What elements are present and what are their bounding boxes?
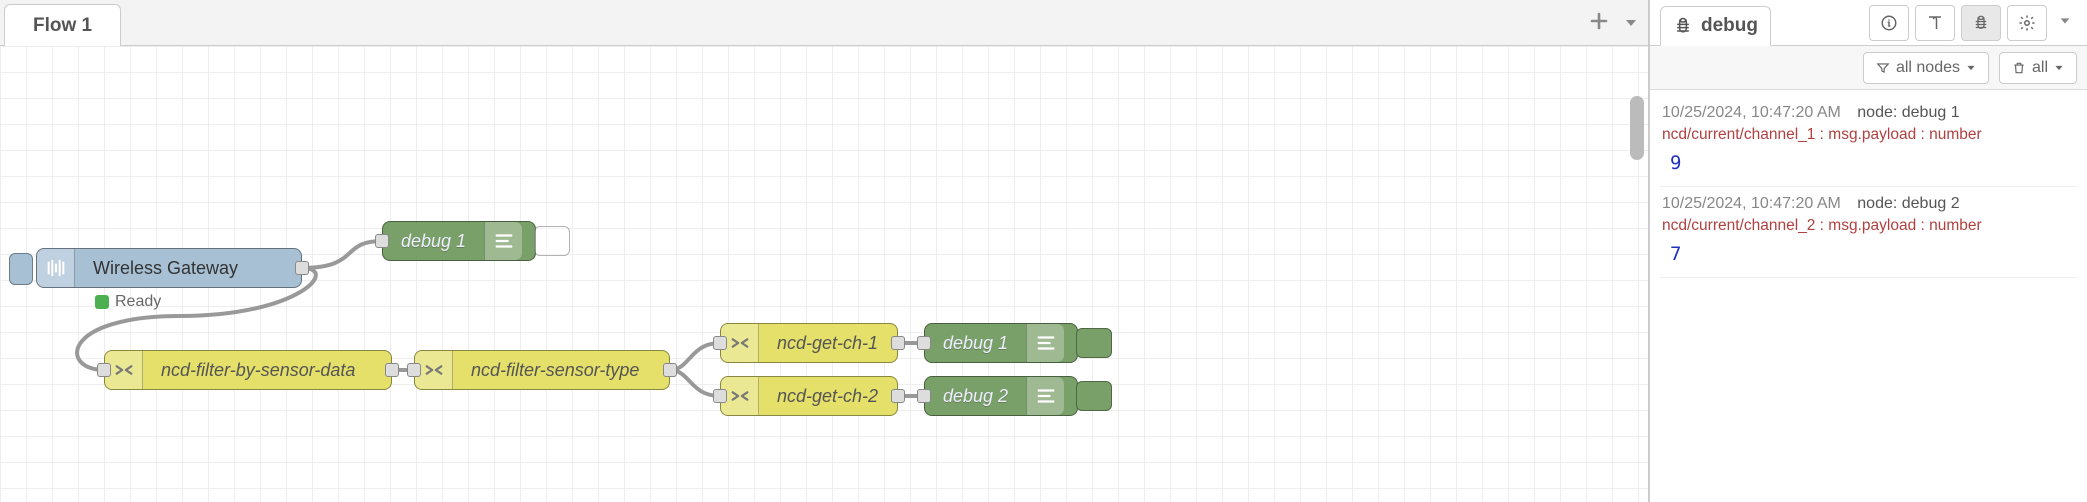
- node-ncd-filter-sensor-type[interactable]: ncd-filter-sensor-type: [414, 350, 670, 390]
- debug-msg-value: 7: [1662, 243, 2075, 265]
- node-icon-box: [1026, 377, 1064, 415]
- gear-icon: [2018, 14, 2036, 32]
- sidebar-more-button[interactable]: [2053, 14, 2077, 32]
- node-label: ncd-get-ch-1: [759, 333, 896, 354]
- node-ncd-get-ch-2[interactable]: ncd-get-ch-2: [720, 376, 898, 416]
- caret-down-icon: [2059, 15, 2071, 27]
- node-input-port[interactable]: [713, 389, 727, 403]
- node-ncd-get-ch-1[interactable]: ncd-get-ch-1: [720, 323, 898, 363]
- vertical-scrollbar[interactable]: [1630, 96, 1644, 160]
- debug-panel-button[interactable]: [1961, 5, 2001, 41]
- debug-msg-timestamp: 10/25/2024, 10:47:20 AM: [1662, 195, 1841, 212]
- debug-icon: [1035, 332, 1057, 354]
- node-output-port[interactable]: [663, 363, 677, 377]
- info-panel-button[interactable]: [1869, 5, 1909, 41]
- bug-icon: [1673, 16, 1693, 36]
- debug-msg-header: 10/25/2024, 10:47:20 AM node: debug 2: [1662, 195, 2075, 213]
- node-icon-box: [1026, 324, 1064, 362]
- tab-actions: [1590, 0, 1648, 45]
- node-output-port[interactable]: [891, 336, 905, 350]
- node-label: ncd-filter-by-sensor-data: [143, 360, 373, 381]
- bug-icon: [1972, 14, 1990, 32]
- node-label: debug 2: [925, 386, 1026, 407]
- node-status: Ready: [95, 293, 161, 311]
- node-label: ncd-get-ch-2: [759, 386, 896, 407]
- node-label: debug 1: [383, 231, 484, 252]
- debug-icon: [493, 230, 515, 252]
- filter-label: all nodes: [1896, 59, 1960, 77]
- debug-msg-topic: ncd/current/channel_2 : msg.payload : nu…: [1662, 217, 2075, 235]
- node-ncd-filter-by-sensor-data[interactable]: ncd-filter-by-sensor-data: [104, 350, 392, 390]
- node-output-port[interactable]: [891, 389, 905, 403]
- caret-down-icon: [1966, 63, 1976, 73]
- debug-msg-node: node: debug 2: [1857, 195, 1959, 212]
- switch-icon: [113, 359, 135, 381]
- node-toggle-button[interactable]: [1076, 381, 1112, 411]
- switch-icon: [423, 359, 445, 381]
- sidebar-tab-label: debug: [1701, 15, 1758, 37]
- debug-filter-button[interactable]: all nodes: [1863, 52, 1989, 84]
- node-input-port[interactable]: [407, 363, 421, 377]
- node-wireless-gateway[interactable]: Wireless Gateway Ready: [36, 248, 302, 288]
- switch-icon: [729, 332, 751, 354]
- node-label: Wireless Gateway: [75, 258, 256, 279]
- debug-msg-timestamp: 10/25/2024, 10:47:20 AM: [1662, 104, 1841, 121]
- debug-message[interactable]: 10/25/2024, 10:47:20 AM node: debug 2 nc…: [1660, 187, 2077, 278]
- status-text: Ready: [115, 293, 161, 311]
- debug-message[interactable]: 10/25/2024, 10:47:20 AM node: debug 1 nc…: [1660, 96, 2077, 187]
- node-icon-box: [37, 249, 75, 287]
- book-icon: [1926, 14, 1944, 32]
- help-panel-button[interactable]: [1915, 5, 1955, 41]
- node-input-port[interactable]: [375, 234, 389, 248]
- caret-down-icon: [1624, 16, 1638, 30]
- flow-canvas[interactable]: Wireless Gateway Ready debug 1 ncd-filte…: [0, 46, 1648, 502]
- sidebar-header: debug: [1650, 0, 2087, 46]
- node-icon-box: [484, 222, 522, 260]
- node-label: debug 1: [925, 333, 1026, 354]
- tab-label: Flow 1: [33, 15, 92, 37]
- tab-menu-button[interactable]: [1624, 10, 1638, 36]
- add-tab-button[interactable]: [1590, 10, 1608, 36]
- radio-icon: [45, 257, 67, 279]
- debug-msg-topic: ncd/current/channel_1 : msg.payload : nu…: [1662, 126, 2075, 144]
- filter-icon: [1876, 61, 1890, 75]
- tab-flow-1[interactable]: Flow 1: [4, 4, 121, 46]
- node-input-port[interactable]: [713, 336, 727, 350]
- trash-icon: [2012, 61, 2026, 75]
- switch-icon: [729, 385, 751, 407]
- debug-message-list[interactable]: 10/25/2024, 10:47:20 AM node: debug 1 nc…: [1650, 90, 2087, 502]
- sidebar: debug all nodes: [1649, 0, 2087, 502]
- clear-label: all: [2032, 59, 2048, 77]
- debug-msg-header: 10/25/2024, 10:47:20 AM node: debug 1: [1662, 104, 2075, 122]
- node-debug-1-bottom[interactable]: debug 1: [924, 323, 1078, 363]
- workspace: Flow 1 Wireless: [0, 0, 1649, 502]
- debug-icon: [1035, 385, 1057, 407]
- debug-msg-node: node: debug 1: [1857, 104, 1959, 121]
- node-input-port[interactable]: [917, 336, 931, 350]
- node-debug-2[interactable]: debug 2: [924, 376, 1078, 416]
- node-debug-1-top[interactable]: debug 1: [382, 221, 536, 261]
- plus-icon: [1590, 12, 1608, 30]
- sidebar-toolbar: all nodes all: [1650, 46, 2087, 90]
- debug-clear-button[interactable]: all: [1999, 52, 2077, 84]
- tab-bar: Flow 1: [0, 0, 1648, 46]
- node-output-port[interactable]: [295, 261, 309, 275]
- status-dot-icon: [95, 295, 109, 309]
- node-label: ncd-filter-sensor-type: [453, 360, 657, 381]
- node-input-port[interactable]: [97, 363, 111, 377]
- caret-down-icon: [2054, 63, 2064, 73]
- sidebar-icons: [1869, 5, 2077, 41]
- debug-msg-value: 9: [1662, 152, 2075, 174]
- config-panel-button[interactable]: [2007, 5, 2047, 41]
- node-toggle-button[interactable]: [534, 226, 570, 256]
- node-input-port[interactable]: [917, 389, 931, 403]
- node-inject-button[interactable]: [9, 253, 33, 285]
- node-toggle-button[interactable]: [1076, 328, 1112, 358]
- node-output-port[interactable]: [385, 363, 399, 377]
- sidebar-tab-debug[interactable]: debug: [1660, 6, 1771, 46]
- info-icon: [1880, 14, 1898, 32]
